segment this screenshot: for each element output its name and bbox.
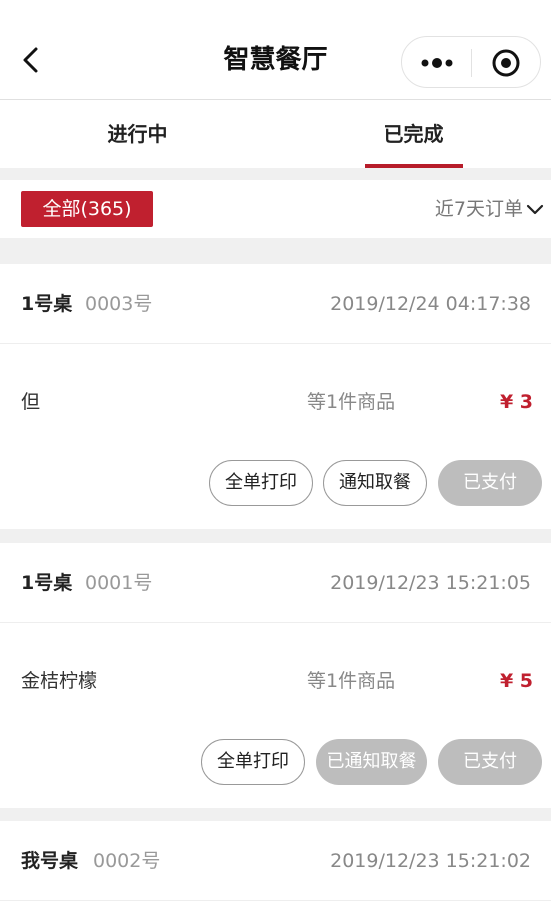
order-card[interactable]: 1号桌 0001号 2019/12/23 15:21:05 金桔柠檬 等1件商品… (0, 543, 551, 808)
print-order-button[interactable]: 全单打印 (201, 739, 305, 785)
paid-status-button: 已支付 (438, 460, 542, 506)
date-range-label: 近7天订单 (434, 198, 523, 220)
order-tabs: 进行中 已完成 (0, 100, 551, 168)
item-name: 但 (21, 391, 41, 413)
order-time: 2019/12/24 04:17:38 (330, 293, 531, 315)
pickup-notified-button: 已通知取餐 (316, 739, 427, 785)
table-number: 1号桌 (21, 293, 73, 315)
order-time: 2019/12/23 15:21:05 (330, 572, 531, 594)
order-price: ¥ 5 (499, 670, 533, 692)
order-number: 0002号 (93, 850, 161, 872)
item-count: 等1件商品 (307, 391, 396, 413)
table-number: 1号桌 (21, 572, 73, 594)
tab-completed[interactable]: 已完成 (276, 100, 551, 168)
active-tab-indicator (365, 164, 463, 168)
table-number: 我号桌 (21, 850, 79, 872)
order-time: 2019/12/23 15:21:02 (330, 850, 531, 872)
close-miniprogram-icon[interactable] (490, 47, 522, 79)
tab-in-progress[interactable]: 进行中 (0, 100, 275, 168)
order-number: 0001号 (85, 572, 153, 594)
order-header: 1号桌 0003号 2019/12/24 04:17:38 (0, 264, 551, 344)
item-name: 金桔柠檬 (21, 670, 98, 692)
notify-pickup-button[interactable]: 通知取餐 (323, 460, 427, 506)
order-header: 我号桌 0002号 2019/12/23 15:21:02 (0, 821, 551, 901)
order-number: 0003号 (85, 293, 153, 315)
filter-bar: 全部(365) 近7天订单 (0, 180, 551, 238)
chevron-down-icon (526, 204, 544, 215)
item-count: 等1件商品 (307, 670, 396, 692)
paid-status-button: 已支付 (438, 739, 542, 785)
date-range-select[interactable]: 近7天订单 (434, 191, 544, 227)
order-card[interactable]: 我号桌 0002号 2019/12/23 15:21:02 (0, 821, 551, 918)
print-order-button[interactable]: 全单打印 (209, 460, 313, 506)
order-header: 1号桌 0001号 2019/12/23 15:21:05 (0, 543, 551, 623)
all-orders-badge[interactable]: 全部(365) (21, 191, 153, 227)
more-icon[interactable] (416, 49, 458, 77)
capsule-divider (471, 49, 472, 77)
order-price: ¥ 3 (499, 391, 533, 413)
navigation-bar: 智慧餐厅 (0, 0, 551, 100)
menu-capsule (401, 36, 541, 88)
order-card[interactable]: 1号桌 0003号 2019/12/24 04:17:38 但 等1件商品 ¥ … (0, 264, 551, 529)
